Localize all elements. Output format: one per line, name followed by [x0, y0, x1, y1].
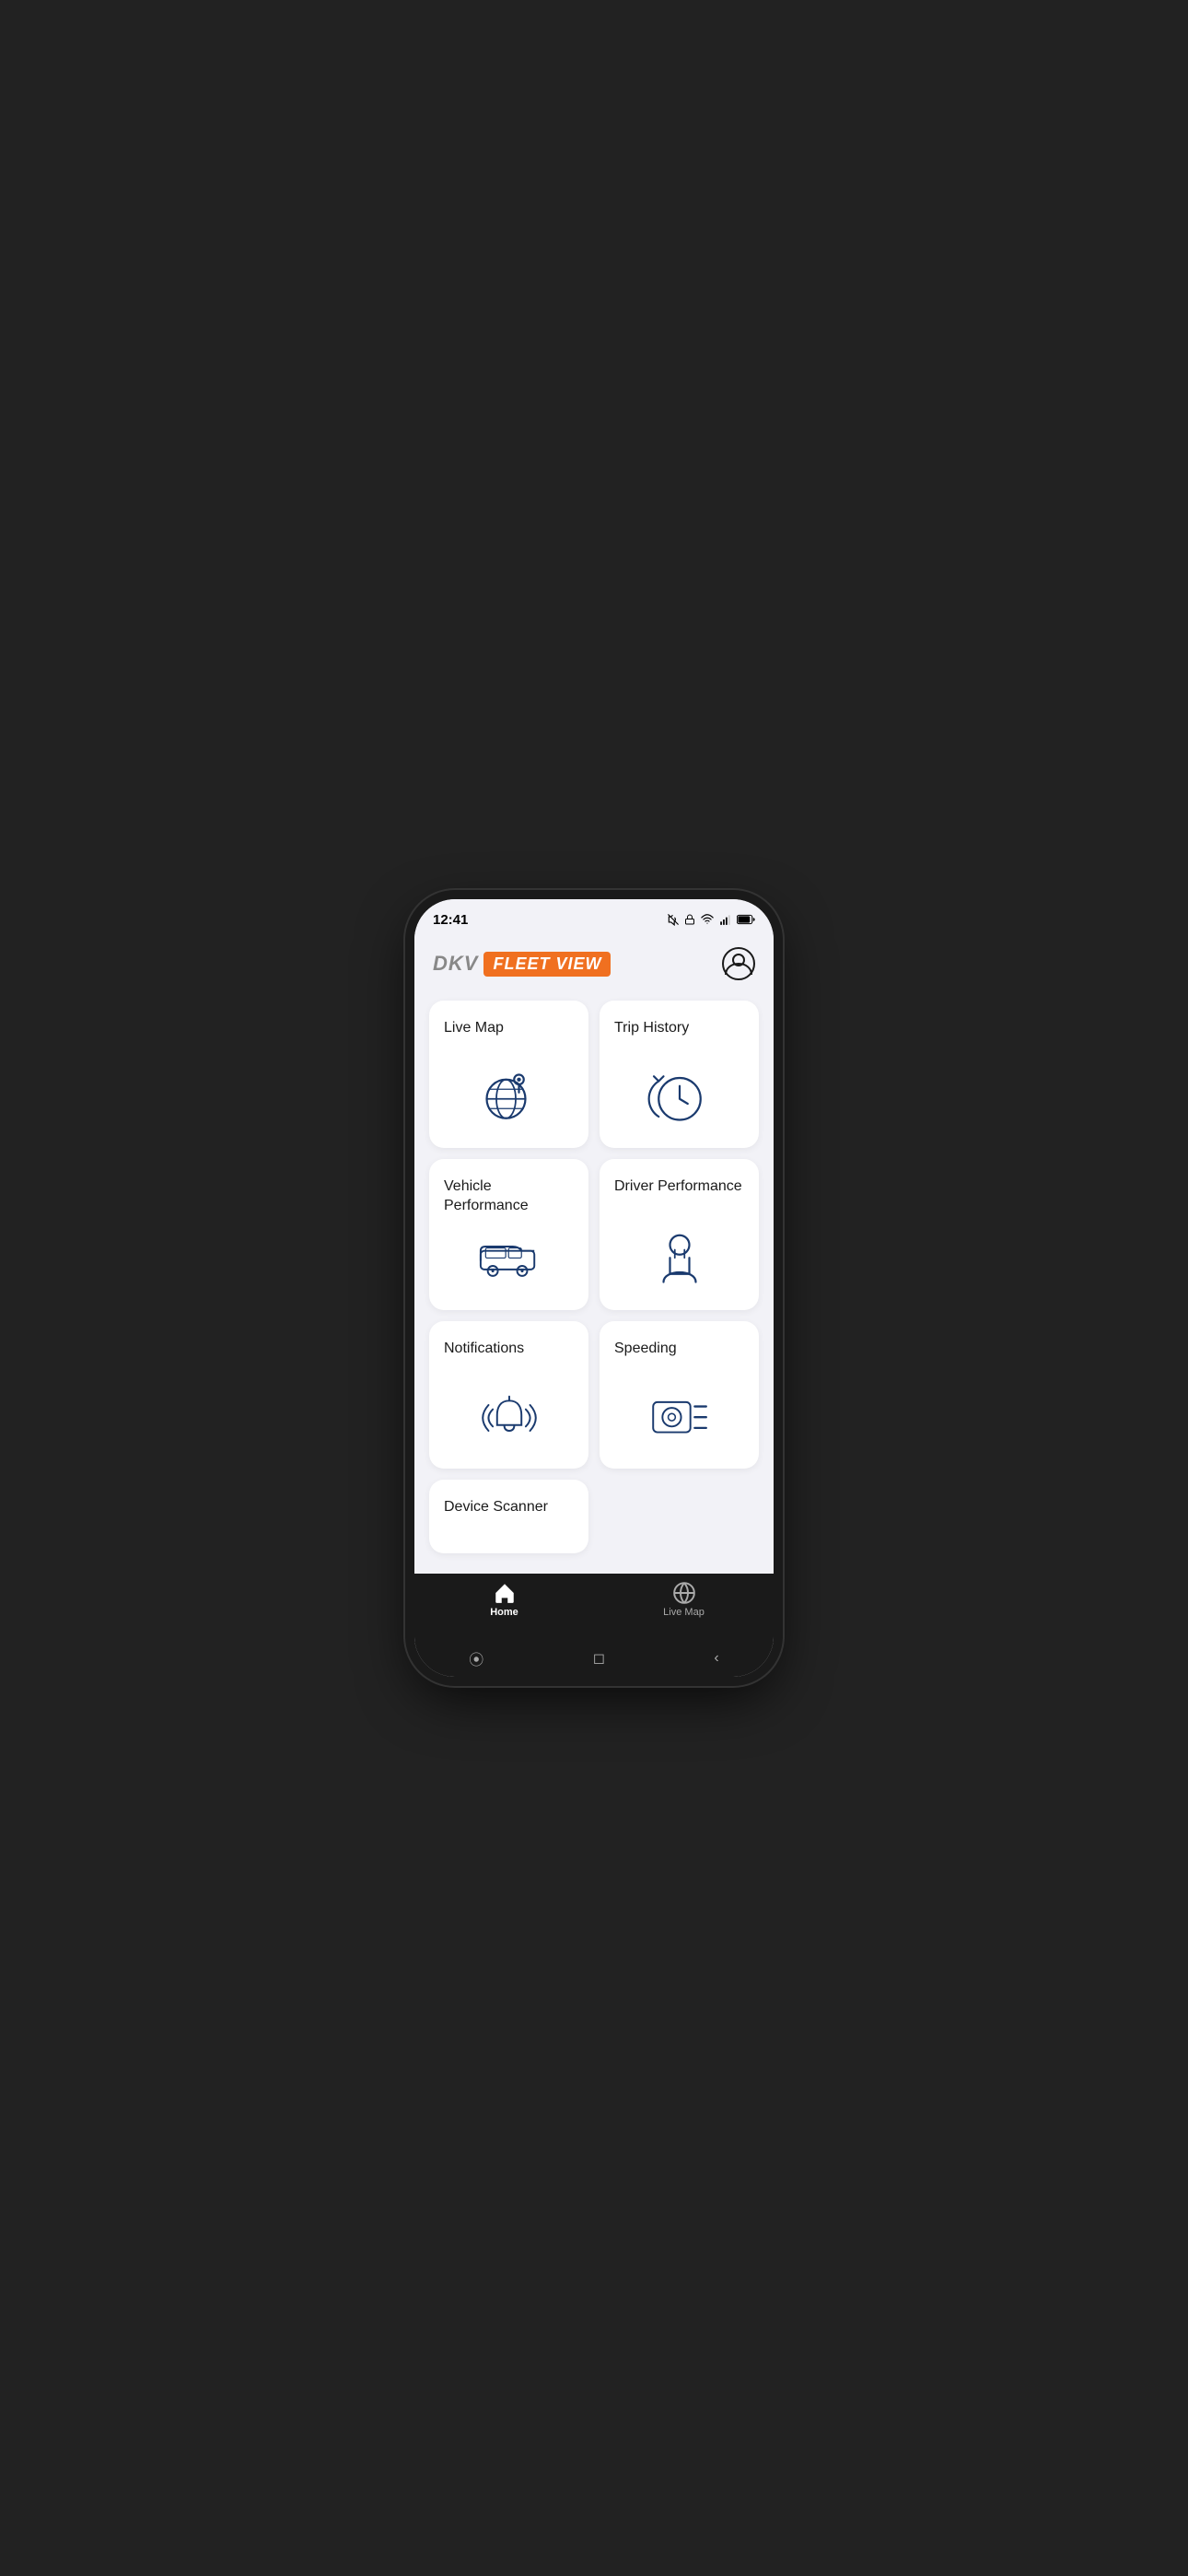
recent-apps-button[interactable]: ⦿: [469, 1647, 483, 1669]
driver-performance-title: Driver Performance: [614, 1177, 742, 1197]
device-scanner-title: Device Scanner: [444, 1498, 548, 1517]
menu-card-live-map[interactable]: Live Map: [429, 1001, 588, 1148]
status-time: 12:41: [433, 912, 468, 928]
notifications-title: Notifications: [444, 1340, 524, 1359]
globe-pin-icon: [477, 1065, 542, 1130]
app-header: DKV FLEET VIEW: [414, 940, 774, 991]
notifications-icon-container: [444, 1386, 574, 1450]
lock-icon: [684, 913, 695, 926]
android-nav-bar: ⦿ ◻ ‹: [414, 1640, 774, 1677]
vehicle-performance-icon-container: [444, 1227, 574, 1292]
live-map-icon-container: [444, 1065, 574, 1130]
speeding-icon-container: [614, 1386, 744, 1450]
status-bar: 12:41: [414, 899, 774, 940]
home-nav-icon: [493, 1581, 517, 1605]
signal-icon: [719, 913, 732, 926]
bell-waves-icon: [477, 1386, 542, 1450]
logo-container: DKV FLEET VIEW: [433, 952, 611, 977]
clock-arrow-icon: [647, 1065, 712, 1130]
speed-camera-icon: [647, 1386, 712, 1450]
logo-fleet-view: FLEET VIEW: [483, 952, 611, 977]
live-map-nav-icon: [672, 1581, 696, 1605]
home-button[interactable]: ◻: [593, 1649, 605, 1668]
nav-home[interactable]: Home: [414, 1581, 594, 1618]
logo-dkv: DKV: [433, 952, 478, 976]
nav-live-map[interactable]: Live Map: [594, 1581, 774, 1618]
live-map-nav-label: Live Map: [663, 1607, 705, 1618]
bottom-nav: Home Live Map: [414, 1574, 774, 1640]
menu-card-vehicle-performance[interactable]: Vehicle Performance: [429, 1159, 588, 1310]
content-area: Live Map Trip: [414, 991, 774, 1574]
menu-card-trip-history[interactable]: Trip History: [600, 1001, 759, 1148]
speeding-title: Speeding: [614, 1340, 677, 1359]
menu-card-device-scanner[interactable]: Device Scanner: [429, 1480, 588, 1553]
back-button[interactable]: ‹: [714, 1650, 718, 1667]
menu-card-notifications[interactable]: Notifications: [429, 1321, 588, 1469]
battery-icon: [737, 914, 755, 925]
status-icons: [667, 913, 755, 926]
menu-card-driver-performance[interactable]: Driver Performance: [600, 1159, 759, 1310]
live-map-title: Live Map: [444, 1019, 504, 1038]
phone-frame: 12:41 DKV FLEET: [414, 899, 774, 1677]
profile-icon[interactable]: [722, 947, 755, 980]
trip-history-title: Trip History: [614, 1019, 689, 1038]
person-icon: [647, 1227, 712, 1292]
menu-card-speeding[interactable]: Speeding: [600, 1321, 759, 1469]
wifi-icon: [700, 913, 715, 926]
menu-grid: Live Map Trip: [429, 1001, 759, 1553]
vehicle-performance-title: Vehicle Performance: [444, 1177, 574, 1216]
home-nav-label: Home: [490, 1607, 518, 1618]
van-icon: [477, 1227, 542, 1292]
trip-history-icon-container: [614, 1065, 744, 1130]
driver-performance-icon-container: [614, 1227, 744, 1292]
mute-icon: [667, 913, 680, 926]
